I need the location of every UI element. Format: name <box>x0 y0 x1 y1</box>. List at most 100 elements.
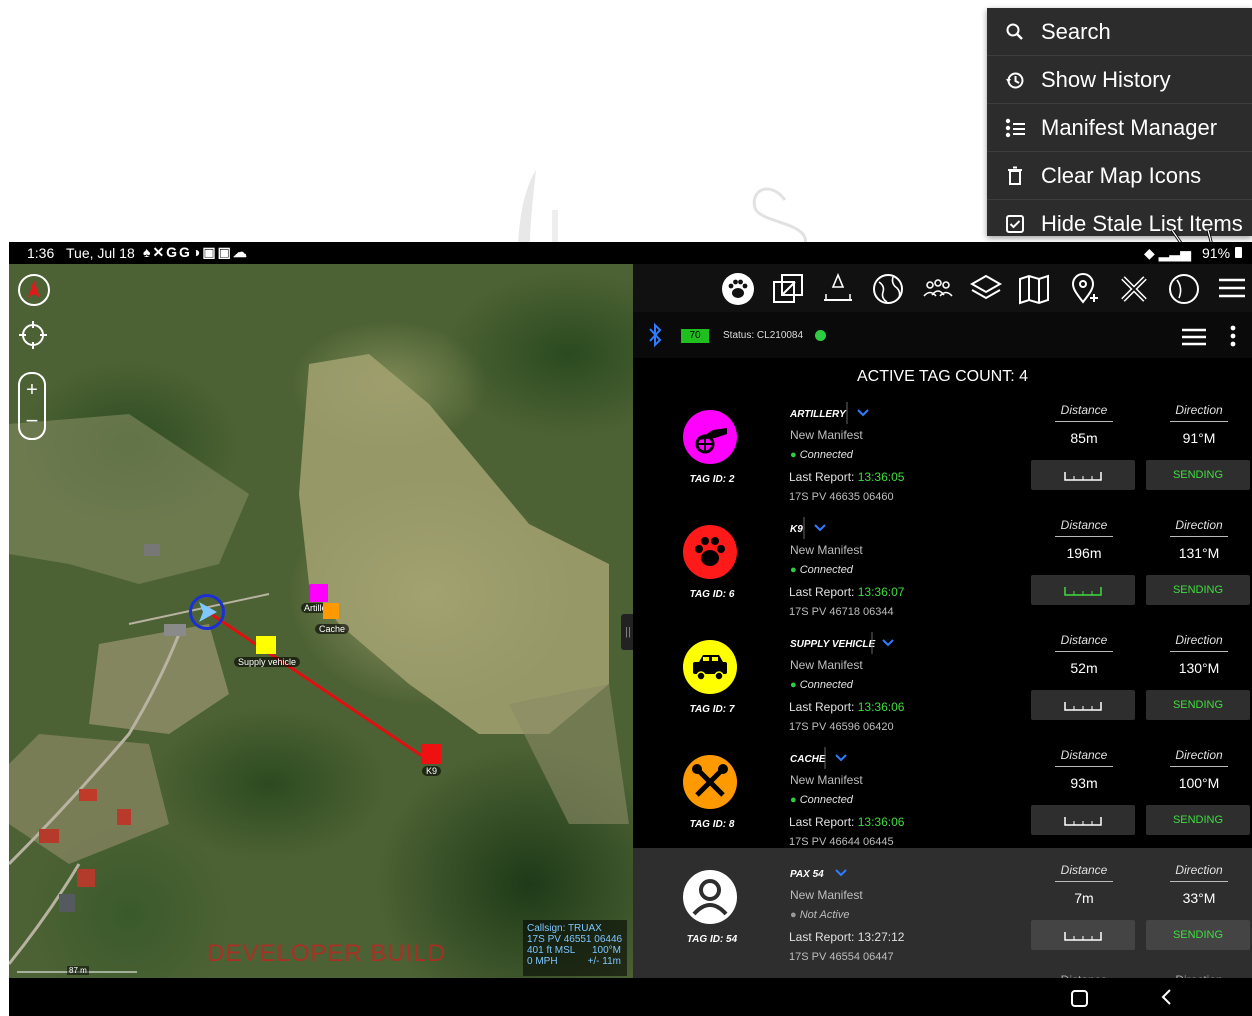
tag-row-supply-vehicle[interactable]: TAG ID: 7 SUPPLY VEHICLE New Manifest ● … <box>633 622 1252 737</box>
sending-button[interactable]: SENDING <box>1146 460 1250 490</box>
artillery-icon <box>683 410 737 464</box>
tag-manifest: New Manifest <box>790 773 863 787</box>
locate-button[interactable] <box>18 320 48 350</box>
sending-button[interactable]: SENDING <box>1146 690 1250 720</box>
ruler-button[interactable] <box>1031 575 1135 605</box>
checkbox-icon[interactable] <box>1001 214 1029 234</box>
zoom-control: + − <box>18 372 46 440</box>
self-coord: 17S PV 46551 06446 <box>527 934 623 945</box>
menu-item-manifest-manager[interactable]: Manifest Manager <box>987 104 1252 152</box>
chevron-down-icon[interactable] <box>846 402 876 424</box>
bluetooth-icon[interactable] <box>647 322 663 348</box>
expand-icon[interactable] <box>771 272 805 306</box>
active-tag-count-label: ACTIVE TAG COUNT: <box>856 368 1015 385</box>
tools-icon[interactable] <box>1117 272 1151 306</box>
device-status: Status: CL210084 <box>723 330 804 341</box>
tag-row-cache[interactable]: TAG ID: 8 CACHE New Manifest ● Connected… <box>633 737 1252 852</box>
artillery-marker-icon[interactable] <box>310 584 328 602</box>
tag-last-report: Last Report: 13:36:05 <box>789 470 905 484</box>
tag-coordinate: 17S PV 46635 06460 <box>789 491 894 503</box>
tag-name: ARTILLERY <box>790 409 846 420</box>
overflow-menu-icon[interactable] <box>1227 324 1239 350</box>
panel-resize-handle[interactable]: || <box>621 614 633 650</box>
status-bar: 1:36 Tue, Jul 18 ♠✕GG◑▣▣☁ ◆ ▂▃▅ 91% <box>9 242 1252 264</box>
android-nav-bar <box>9 978 1252 1016</box>
tag-coordinate: 17S PV 46644 06445 <box>789 836 894 848</box>
chevron-down-icon[interactable] <box>871 632 901 654</box>
compass-button[interactable] <box>18 274 50 306</box>
tag-manifest: New Manifest <box>790 428 863 442</box>
main-menu-icon[interactable] <box>1217 276 1251 310</box>
tag-row-artillery[interactable]: TAG ID: 2 ARTILLERY New Manifest ● Conne… <box>633 392 1252 507</box>
battery-icon <box>1235 247 1242 258</box>
list-menu-icon[interactable] <box>1181 328 1207 346</box>
top-toolbar <box>633 264 1252 312</box>
tablet-screen: 1:36 Tue, Jul 18 ♠✕GG◑▣▣☁ ◆ ▂▃▅ 91% + − … <box>9 242 1252 1016</box>
signal-icons: ◆ ▂▃▅ <box>1144 245 1191 261</box>
direction-divider <box>1170 421 1228 422</box>
tag-coordinate: 17S PV 46554 06447 <box>789 951 894 963</box>
globe-icon[interactable] <box>871 272 905 306</box>
distance-header: Distance <box>1060 633 1108 647</box>
chevron-down-icon[interactable] <box>824 747 854 769</box>
sending-button[interactable]: SENDING <box>1146 805 1250 835</box>
cache-marker-icon[interactable] <box>323 603 339 619</box>
ruler-icon <box>1064 587 1102 596</box>
ruler-button[interactable] <box>1031 805 1135 835</box>
search-icon <box>1001 22 1029 42</box>
clock: 1:36 <box>27 245 55 261</box>
altitude: 401 ft MSL <box>527 945 576 956</box>
tools-cross-icon <box>683 755 737 809</box>
zoom-out-button[interactable]: − <box>20 408 44 436</box>
tag-distance: 93m <box>1070 775 1098 791</box>
tag-connection-status: ● Connected <box>790 679 853 691</box>
sending-button[interactable]: SENDING <box>1146 575 1250 605</box>
cache-marker-label: Cache <box>315 624 350 634</box>
direction-divider <box>1170 536 1228 537</box>
chevron-down-icon[interactable] <box>824 862 854 884</box>
self-position-marker[interactable] <box>189 594 225 630</box>
ruler-button[interactable] <box>1031 460 1135 490</box>
ruler-button[interactable] <box>1031 690 1135 720</box>
supply-vehicle-marker-icon[interactable] <box>256 636 276 654</box>
chevron-down-icon[interactable] <box>803 517 833 539</box>
back-button[interactable] <box>1159 988 1173 1006</box>
menu-item-show-history[interactable]: Show History <box>987 56 1252 104</box>
ruler-icon <box>1064 702 1102 711</box>
k9-marker-icon[interactable] <box>421 744 441 764</box>
map-icon[interactable] <box>1017 272 1051 306</box>
sending-button[interactable]: SENDING <box>1146 920 1250 950</box>
paw-icon[interactable] <box>721 272 755 306</box>
menu-item-search[interactable]: Search <box>987 8 1252 56</box>
home-button[interactable] <box>1071 990 1088 1007</box>
tag-id: TAG ID: 6 <box>689 589 735 600</box>
world-sync-icon[interactable] <box>1167 272 1201 306</box>
tag-last-report: Last Report: 13:36:06 <box>789 700 905 714</box>
group-icon[interactable] <box>921 272 955 306</box>
zoom-in-button[interactable]: + <box>20 376 44 404</box>
ruler-button[interactable] <box>1031 920 1135 950</box>
notification-icons: ♠✕GG◑▣▣☁ <box>143 244 249 260</box>
tag-distance: 85m <box>1070 430 1098 446</box>
background-watermark <box>518 170 807 250</box>
tag-name: PAX 54 <box>790 869 824 880</box>
navigation-arrow-icon <box>199 602 217 622</box>
tag-last-report: Last Report: 13:36:06 <box>789 815 905 829</box>
add-pin-icon[interactable] <box>1067 272 1101 306</box>
map-scale-label: 87 m <box>67 966 89 975</box>
speed: 0 MPH <box>527 956 558 967</box>
tag-direction: 130°M <box>1178 660 1220 676</box>
direction-header: Direction <box>1175 518 1223 532</box>
ruler-icon <box>1064 817 1102 826</box>
crosshair-icon <box>19 321 47 349</box>
distance-divider <box>1055 421 1113 422</box>
measure-icon[interactable] <box>821 272 855 306</box>
tag-row-pax-54[interactable]: TAG ID: 54 PAX 54 New Manifest ● Not Act… <box>633 848 1252 980</box>
tag-row-k9[interactable]: TAG ID: 6 K9 New Manifest ● Connected La… <box>633 507 1252 622</box>
layers-icon[interactable] <box>969 272 1003 306</box>
manifest-list-icon <box>1001 117 1029 139</box>
tag-manifest: New Manifest <box>790 543 863 557</box>
distance-divider <box>1055 766 1113 767</box>
menu-item-clear-map-icons[interactable]: Clear Map Icons <box>987 152 1252 200</box>
map-view[interactable]: + − Artillery Cache Supply vehicle K9 DE… <box>9 264 633 978</box>
